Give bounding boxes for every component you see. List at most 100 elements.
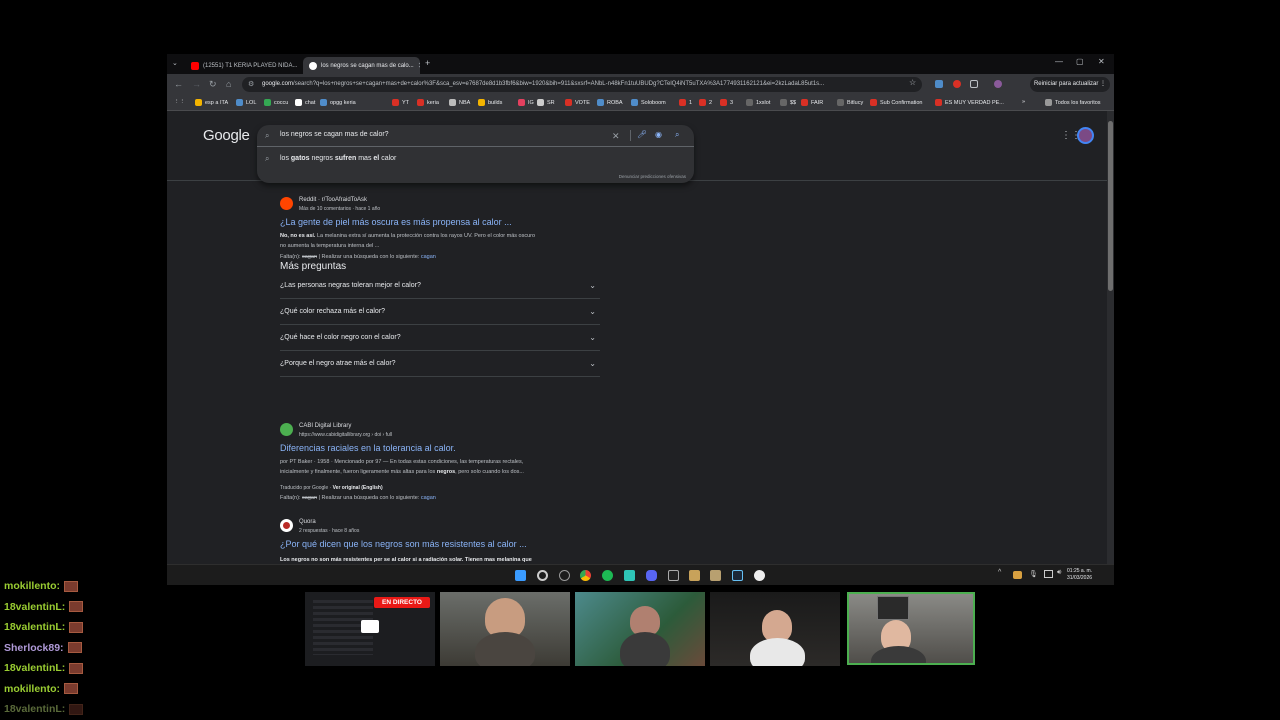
tray-app-icon[interactable] bbox=[1013, 571, 1022, 579]
reload-button[interactable]: ↻ bbox=[209, 79, 217, 90]
bookmark-item[interactable]: keria bbox=[417, 99, 439, 106]
scrollbar-thumb[interactable] bbox=[1108, 121, 1113, 291]
microphone-icon[interactable]: 🎙︎ bbox=[1029, 570, 1038, 578]
search-input[interactable]: los negros se cagan mas de calor? bbox=[280, 131, 389, 138]
lens-search-icon[interactable]: ◉ bbox=[655, 130, 662, 139]
result-title-link[interactable]: ¿Por qué dicen que los negros son más re… bbox=[280, 539, 527, 549]
widgets-icon[interactable] bbox=[559, 570, 570, 581]
paa-question[interactable]: ¿Qué color rechaza más el calor? ⌄ bbox=[280, 299, 600, 325]
bookmark-item[interactable]: ROBA bbox=[597, 99, 623, 106]
bookmark-label: opgg keria bbox=[330, 99, 356, 106]
bookmark-item[interactable]: NBA bbox=[449, 99, 470, 106]
start-icon[interactable] bbox=[515, 570, 526, 581]
result-source[interactable]: Quora bbox=[299, 519, 316, 525]
search-box[interactable]: ⌕ los negros se cagan mas de calor? ✕ 🎤︎… bbox=[257, 125, 694, 183]
search-with-link[interactable]: cagan bbox=[421, 254, 436, 260]
tray-chevron-icon[interactable]: ^ bbox=[998, 569, 1001, 576]
bookmark-item[interactable]: $$ bbox=[780, 99, 796, 106]
more-bookmarks-icon[interactable]: » bbox=[1022, 99, 1025, 105]
site-info-icon[interactable]: ⚙ bbox=[248, 77, 254, 92]
apps-grid-icon[interactable]: ⋮⋮ bbox=[174, 99, 185, 105]
minimize-button[interactable]: — bbox=[1055, 57, 1063, 66]
notepad-icon[interactable] bbox=[624, 570, 635, 581]
search-suggestion[interactable]: los gatos negros sufren mas el calor bbox=[280, 155, 396, 162]
spotify-icon[interactable] bbox=[602, 570, 613, 581]
result-source[interactable]: CABI Digital Library bbox=[299, 423, 351, 429]
system-clock[interactable]: 01:25 a. m. 31/03/2026 bbox=[1067, 568, 1092, 582]
search-taskbar-icon[interactable] bbox=[537, 570, 548, 581]
view-original-link[interactable]: Ver original (English) bbox=[333, 485, 383, 491]
paa-question[interactable]: ¿Las personas negras toleran mejor el ca… bbox=[280, 273, 600, 299]
extension-icon[interactable] bbox=[953, 80, 961, 88]
back-button[interactable]: ← bbox=[174, 79, 183, 89]
bookmark-item[interactable]: SR bbox=[537, 99, 555, 106]
bookmark-item[interactable]: VOTE bbox=[565, 99, 590, 106]
close-tab-icon[interactable]: ✕ bbox=[414, 61, 420, 70]
display-icon[interactable] bbox=[1044, 570, 1053, 578]
app-icon[interactable] bbox=[754, 570, 765, 581]
chat-username[interactable]: mokillento: bbox=[4, 580, 60, 592]
search-with-link[interactable]: cagan bbox=[421, 495, 436, 501]
maximize-button[interactable]: ▢ bbox=[1076, 57, 1084, 66]
app-icon[interactable] bbox=[668, 570, 679, 581]
result-title-link[interactable]: Diferencias raciales en la tolerancia al… bbox=[280, 443, 456, 453]
discord-icon[interactable] bbox=[646, 570, 657, 581]
bookmark-item[interactable]: YT bbox=[392, 99, 409, 106]
forward-button[interactable]: → bbox=[192, 79, 201, 89]
address-bar[interactable]: ⚙ google.com/search?q=los+negros+se+caga… bbox=[242, 77, 922, 92]
bookmark-item[interactable]: 3 bbox=[720, 99, 733, 106]
app-icon[interactable] bbox=[689, 570, 700, 581]
paa-question[interactable]: ¿Porque el negro atrae más el calor? ⌄ bbox=[280, 351, 600, 377]
app-icon[interactable] bbox=[710, 570, 721, 581]
result-title-link[interactable]: ¿La gente de piel más oscura es más prop… bbox=[280, 217, 512, 227]
bookmark-item[interactable]: builds bbox=[478, 99, 502, 106]
voice-search-icon[interactable]: 🎤︎ bbox=[637, 130, 647, 139]
clear-search-icon[interactable]: ✕ bbox=[612, 131, 620, 142]
chat-username[interactable]: 18valentinL: bbox=[4, 662, 65, 674]
bookmark-item[interactable]: Sub Confirmation bbox=[870, 99, 923, 106]
tab-google-search[interactable]: los negros se cagan mas de calo... ✕ bbox=[303, 57, 420, 74]
bookmark-item[interactable]: ES MUY VERDAD PE... bbox=[935, 99, 1004, 106]
chat-username[interactable]: 18valentinL: bbox=[4, 621, 65, 633]
bookmark-item[interactable]: Todos los favoritos bbox=[1045, 99, 1101, 106]
bookmark-star-icon[interactable]: ☆ bbox=[909, 78, 916, 87]
page-scrollbar[interactable] bbox=[1107, 111, 1114, 585]
bookmark-item[interactable]: chat bbox=[295, 99, 315, 106]
home-button[interactable]: ⌂ bbox=[226, 79, 231, 89]
chat-username[interactable]: 18valentinL: bbox=[4, 601, 65, 613]
bookmark-item[interactable]: coccu bbox=[264, 99, 288, 106]
bookmark-icon bbox=[537, 99, 544, 106]
chrome-icon[interactable] bbox=[580, 570, 591, 581]
live-badge: EN DIRECTO bbox=[374, 597, 430, 608]
extension-icon[interactable] bbox=[935, 80, 943, 88]
bookmark-item[interactable]: 1xslot bbox=[746, 99, 770, 106]
search-submit-icon[interactable]: ⌕ bbox=[675, 130, 679, 140]
bookmark-item[interactable]: LOL bbox=[236, 99, 256, 106]
bookmark-item[interactable]: FAIR bbox=[801, 99, 823, 106]
extensions-puzzle-icon[interactable] bbox=[970, 80, 978, 88]
new-tab-button[interactable]: + bbox=[425, 58, 430, 68]
account-avatar[interactable] bbox=[1077, 127, 1094, 144]
result-source[interactable]: Reddit · r/TooAfraidToAsk bbox=[299, 197, 367, 203]
paa-question[interactable]: ¿Qué hace el color negro con el calor? ⌄ bbox=[280, 325, 600, 351]
tab-youtube[interactable]: (12551) T1 KERIA PLAYED NIDA... ✕ bbox=[185, 57, 300, 74]
bookmark-item[interactable]: esp a ITA bbox=[195, 99, 228, 106]
report-predictions-link[interactable]: Denunciar predicciones ofensivas bbox=[619, 174, 686, 179]
chat-username[interactable]: Sherlock89: bbox=[4, 642, 64, 654]
update-button[interactable]: Reiniciar para actualizar ⋮ bbox=[1030, 77, 1110, 92]
bookmark-item[interactable]: Soloboom bbox=[631, 99, 666, 106]
bookmark-item[interactable]: 2 bbox=[699, 99, 712, 106]
bookmark-item[interactable]: IG bbox=[518, 99, 534, 106]
close-tab-icon[interactable]: ✕ bbox=[298, 61, 301, 70]
volume-icon[interactable]: 🔊︎ bbox=[1057, 569, 1061, 577]
chat-username[interactable]: mokillento: bbox=[4, 683, 60, 695]
profile-icon[interactable] bbox=[994, 80, 1002, 88]
bookmark-item[interactable]: opgg keria bbox=[320, 99, 356, 106]
chat-username[interactable]: 18valentinL: bbox=[4, 703, 65, 715]
steam-icon[interactable] bbox=[732, 570, 743, 581]
google-logo[interactable]: Google bbox=[203, 127, 250, 144]
tab-search-icon[interactable]: ⌄ bbox=[172, 59, 178, 67]
bookmark-item[interactable]: Bitlucy bbox=[837, 99, 863, 106]
bookmark-item[interactable]: 1 bbox=[679, 99, 692, 106]
close-window-button[interactable]: ✕ bbox=[1098, 57, 1105, 66]
